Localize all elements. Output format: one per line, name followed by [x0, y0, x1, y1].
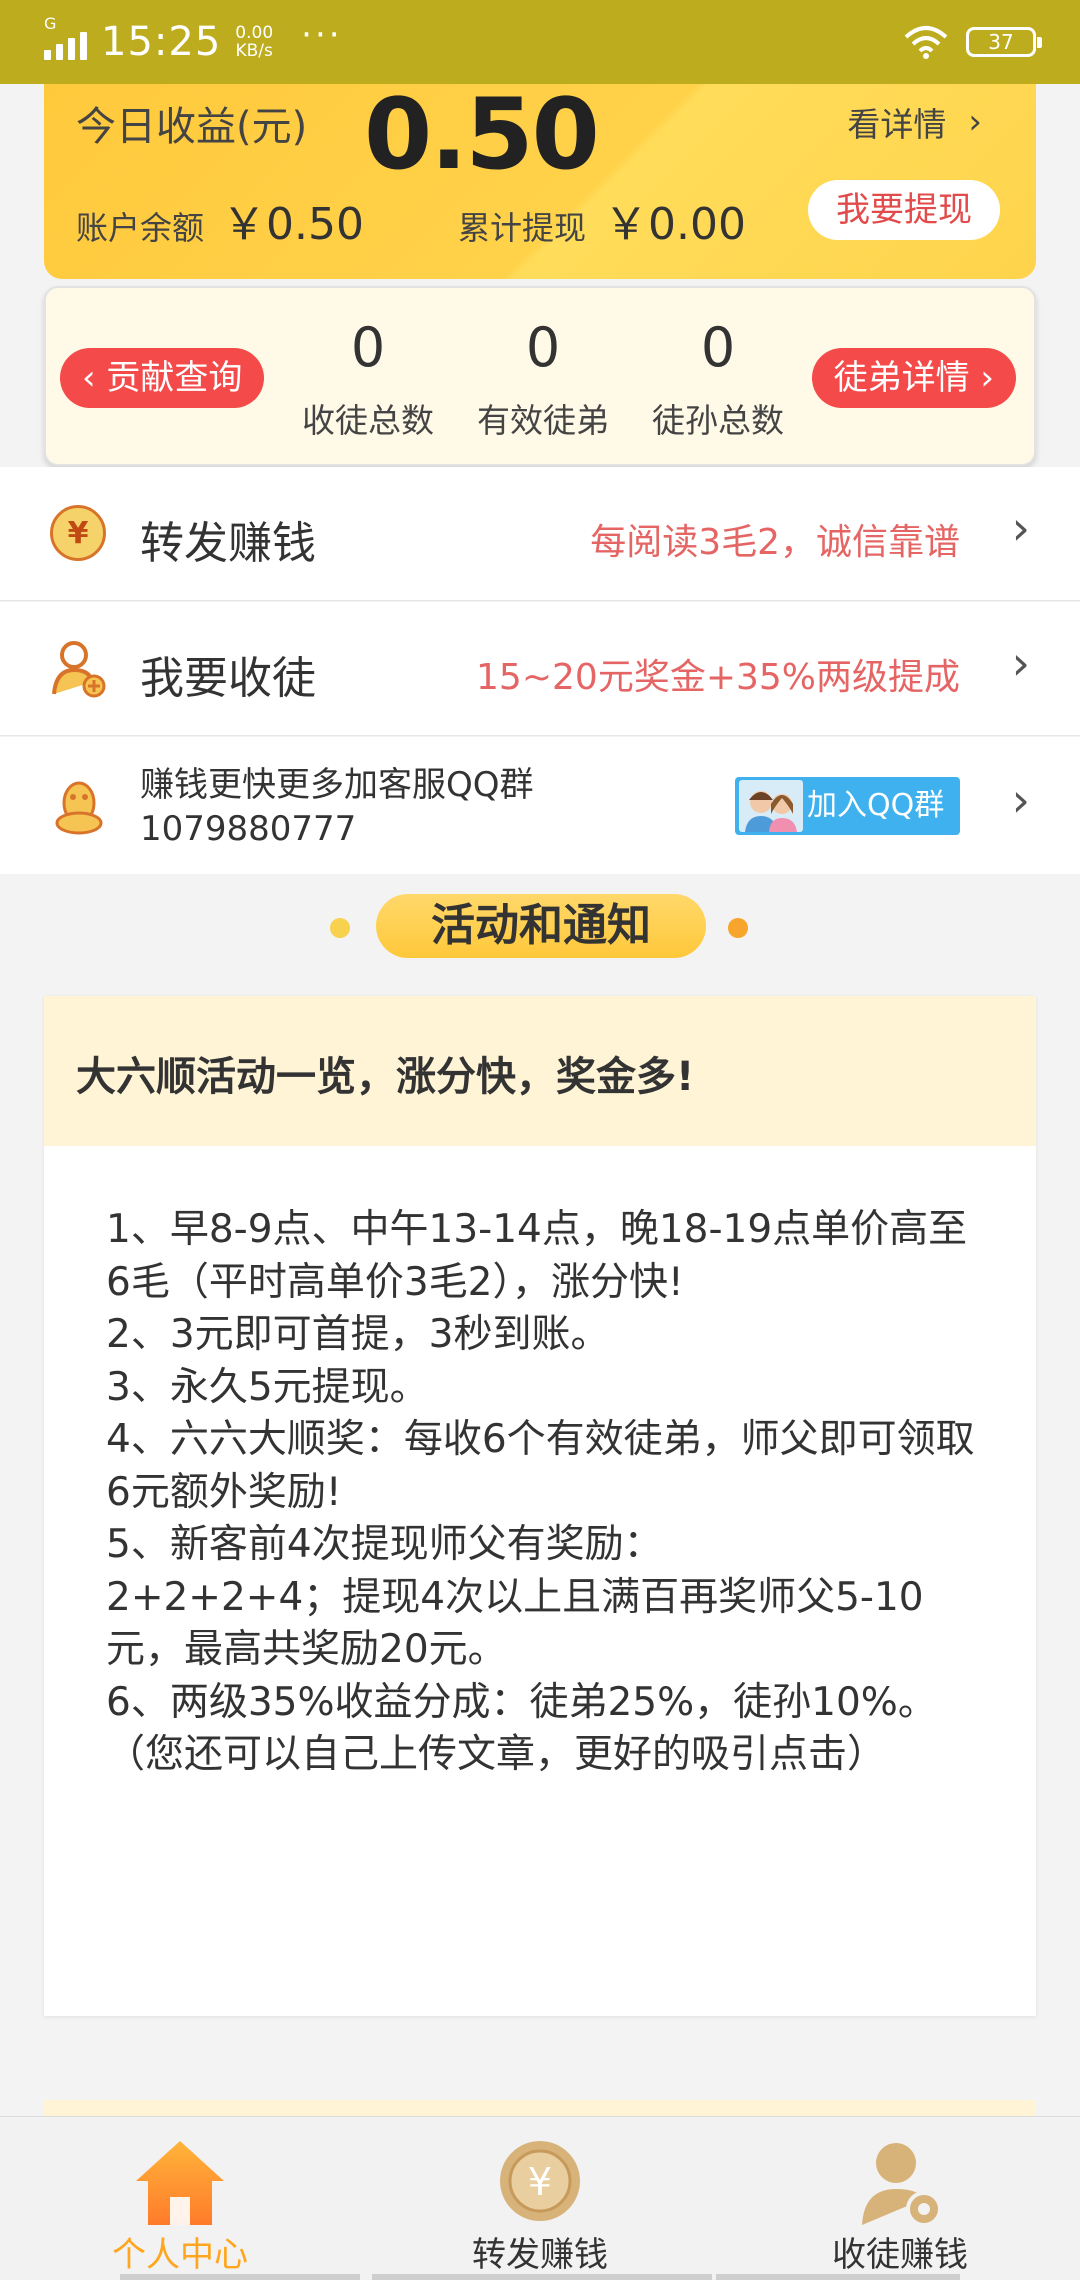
- activity-section-title: 活动和通知: [376, 894, 706, 958]
- nav-indicator: [716, 2274, 960, 2280]
- stat-total-apprentices: 0 收徒总数: [302, 316, 434, 441]
- activity-line: 5、新客前4次提现师父有奖励：: [106, 1522, 663, 1567]
- network-type: G: [44, 14, 57, 33]
- contribution-query-button[interactable]: ‹ 贡献查询: [60, 348, 265, 408]
- yuan-coin-icon: ¥: [50, 505, 106, 561]
- menu-row-share-earn[interactable]: ¥ 转发赚钱 每阅读3毛2，诚信靠谱 ›: [0, 467, 1080, 601]
- activity-card-body: 1、早8-9点、中午13-14点，晚18-19点单价高至6毛（平时高单价3毛2）…: [44, 1146, 1036, 1782]
- chevron-left-icon: ‹: [82, 358, 107, 398]
- activity-line: 2+2+2+4；提现4次以上且满百再奖师父5-10元，最高共奖励20元。: [106, 1574, 924, 1673]
- chevron-right-icon: ›: [1011, 773, 1030, 827]
- qq-group-number: 1079880777: [140, 809, 357, 849]
- add-user-icon: [52, 641, 106, 698]
- nav-indicator: [372, 2274, 712, 2280]
- menu-row-hint: 15~20元奖金+35%两级提成: [476, 657, 960, 698]
- battery-icon: 37: [966, 27, 1042, 57]
- activity-line: 1、早8-9点、中午13-14点，晚18-19点单价高至6毛（平时高单价3毛2）…: [106, 1207, 968, 1305]
- signal-icon: G: [44, 14, 87, 60]
- earnings-card: 今日收益(元) 0.50 看详情 › 账户余额 ￥0.50 累计提现 ￥0.00 我…: [44, 84, 1036, 279]
- chevron-right-icon: ›: [968, 102, 982, 142]
- menu-row-title: 我要收徒: [140, 653, 316, 704]
- more-notifications-icon: ···: [301, 15, 343, 55]
- today-earnings-amount: 0.50: [364, 84, 600, 192]
- user-gear-icon: [862, 2143, 942, 2227]
- activity-card-title: 大六顺活动一览，涨分快，奖金多!: [44, 996, 1036, 1146]
- view-details-link[interactable]: 看详情 ›: [847, 98, 982, 146]
- activity-section-header: 活动和通知: [0, 874, 1080, 978]
- chevron-right-icon: ›: [1011, 636, 1030, 690]
- menu-row-title: 转发赚钱: [140, 518, 316, 569]
- bottom-tab-bar: 个人中心 ¥ 转发赚钱 收徒赚钱: [0, 2116, 1080, 2280]
- wifi-icon: [904, 26, 948, 59]
- tab-share-earn[interactable]: ¥ 转发赚钱: [360, 2117, 720, 2280]
- status-bar: G 15:25 0.00 KB/s ··· 37: [0, 0, 1080, 84]
- decorative-dot: [728, 918, 748, 938]
- activity-line: 4、六六大顺奖：每收6个有效徒弟，师父即可领取6元额外奖励!: [106, 1417, 975, 1515]
- network-speed: 0.00 KB/s: [235, 23, 274, 61]
- today-earnings-label: 今日收益(元): [76, 104, 308, 150]
- chevron-right-icon: ›: [1011, 501, 1030, 555]
- apprentice-stats-card: ‹ 贡献查询 0 收徒总数 0 有效徒弟 0 徒孙总数 徒弟详情 ›: [44, 286, 1036, 466]
- activity-line: （您还可以自己上传文章，更好的吸引点击）: [106, 1732, 887, 1777]
- menu-row-qq-group[interactable]: 赚钱更快更多加客服QQ群 1079880777 加入QQ群 ›: [0, 737, 1080, 874]
- stat-total-grand-apprentices: 0 徒孙总数: [652, 316, 784, 441]
- apprentice-details-button[interactable]: 徒弟详情 ›: [811, 348, 1016, 408]
- activity-line: 2、3元即可首提，3秒到账。: [106, 1312, 610, 1357]
- qq-group-text: 赚钱更快更多加客服QQ群 1079880777: [140, 765, 534, 849]
- svg-text:¥: ¥: [528, 2160, 552, 2204]
- home-icon: [136, 2141, 224, 2225]
- qq-penguin-icon: [55, 781, 103, 835]
- account-balance-value: ￥0.50: [222, 199, 364, 250]
- account-balance: 账户余额 ￥0.50: [76, 199, 364, 250]
- tab-recruit-earn[interactable]: 收徒赚钱: [720, 2117, 1080, 2280]
- activity-notice-card: 大六顺活动一览，涨分快，奖金多! 1、早8-9点、中午13-14点，晚18-19…: [44, 996, 1036, 2016]
- friends-avatar-icon: [739, 780, 803, 832]
- withdraw-button[interactable]: 我要提现: [808, 180, 1000, 240]
- tab-personal-center[interactable]: 个人中心: [0, 2117, 360, 2280]
- cumulative-withdrawal: 累计提现 ￥0.00: [458, 199, 746, 250]
- menu-row-hint: 每阅读3毛2，诚信靠谱: [590, 522, 960, 563]
- cumulative-withdrawal-value: ￥0.00: [604, 199, 746, 250]
- stat-valid-apprentices: 0 有效徒弟: [477, 316, 609, 441]
- yuan-coin-icon: ¥: [500, 2141, 580, 2221]
- chevron-right-icon: ›: [969, 358, 994, 398]
- nav-indicator: [120, 2274, 360, 2280]
- join-qq-group-button[interactable]: 加入QQ群: [735, 777, 960, 835]
- menu-row-recruit[interactable]: 我要收徒 15~20元奖金+35%两级提成 ›: [0, 602, 1080, 736]
- activity-line: 6、两级35%收益分成：徒弟25%，徒孙10%。: [106, 1679, 937, 1725]
- decorative-dot: [330, 918, 350, 938]
- clock: 15:25: [101, 19, 222, 65]
- activity-line: 3、永久5元提现。: [106, 1364, 429, 1410]
